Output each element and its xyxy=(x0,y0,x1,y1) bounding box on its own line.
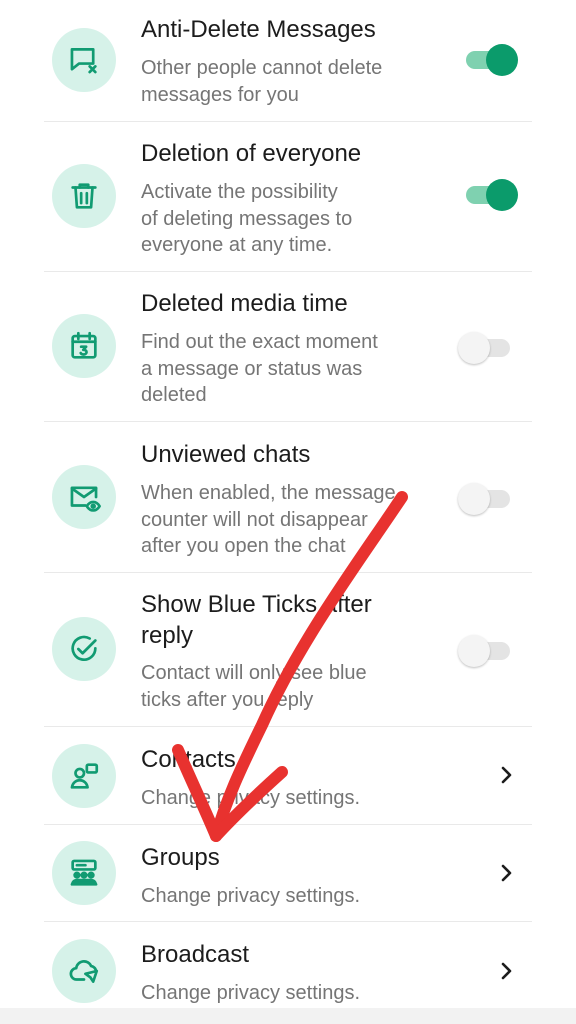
calendar-icon xyxy=(52,314,116,378)
check-circle-icon xyxy=(52,617,116,681)
setting-subtitle: Change privacy settings. xyxy=(141,982,361,1004)
setting-subtitle: Contact will only see blue ticks after y… xyxy=(141,662,367,711)
setting-row-contacts[interactable]: Contacts Change privacy settings. xyxy=(0,727,576,825)
message-x-icon xyxy=(52,28,116,92)
setting-title: Anti-Delete Messages xyxy=(141,16,376,43)
setting-title: Contacts xyxy=(141,746,236,773)
setting-title: Unviewed chats xyxy=(141,441,311,468)
deleted-media-time-toggle[interactable] xyxy=(458,330,518,366)
setting-subtitle: Other people cannot delete messages for … xyxy=(141,57,383,106)
toggle-knob xyxy=(486,179,518,211)
setting-row-anti-delete[interactable]: Anti-Delete Messages Other people cannot… xyxy=(0,0,576,122)
setting-title: Deletion of everyone xyxy=(141,140,362,167)
toggle-knob xyxy=(458,635,490,667)
setting-title: Deleted media time xyxy=(141,290,348,317)
setting-subtitle: Activate the possibility of deleting mes… xyxy=(141,181,353,256)
unviewed-chats-toggle[interactable] xyxy=(458,481,518,517)
setting-row-deletion-everyone[interactable]: Deletion of everyone Activate the possib… xyxy=(0,122,576,272)
trash-icon xyxy=(52,164,116,228)
toggle-knob xyxy=(458,332,490,364)
setting-subtitle: Find out the exact moment a message or s… xyxy=(141,331,378,406)
setting-subtitle: When enabled, the message counter will n… xyxy=(141,482,396,557)
setting-row-groups[interactable]: Groups Change privacy settings. xyxy=(0,825,576,922)
privacy-settings-screen: Anti-Delete Messages Other people cannot… xyxy=(0,0,576,1024)
toggle-knob xyxy=(486,44,518,76)
group-icon xyxy=(52,841,116,905)
setting-subtitle: Change privacy settings. xyxy=(141,885,361,907)
setting-row-unviewed-chats[interactable]: Unviewed chats When enabled, the message… xyxy=(0,422,576,573)
anti-delete-toggle[interactable] xyxy=(458,42,518,78)
toggle-knob xyxy=(458,483,490,515)
setting-title: Groups xyxy=(141,844,220,871)
contact-icon xyxy=(52,744,116,808)
cloud-send-icon xyxy=(52,939,116,1003)
deletion-everyone-toggle[interactable] xyxy=(458,177,518,213)
setting-row-blue-ticks[interactable]: Show Blue Ticks after reply Contact will… xyxy=(0,573,576,727)
chevron-right-icon[interactable] xyxy=(494,861,518,885)
chevron-right-icon[interactable] xyxy=(494,763,518,787)
setting-title: Show Blue Ticks after reply xyxy=(141,591,372,649)
bottom-edge-bar xyxy=(0,1008,576,1024)
mail-eye-icon xyxy=(52,465,116,529)
setting-row-deleted-media-time[interactable]: Deleted media time Find out the exact mo… xyxy=(0,272,576,422)
setting-subtitle: Change privacy settings. xyxy=(141,787,361,809)
blue-ticks-toggle[interactable] xyxy=(458,633,518,669)
chevron-right-icon[interactable] xyxy=(494,959,518,983)
setting-row-broadcast[interactable]: Broadcast Change privacy settings. xyxy=(0,922,576,1008)
setting-title: Broadcast xyxy=(141,941,250,968)
